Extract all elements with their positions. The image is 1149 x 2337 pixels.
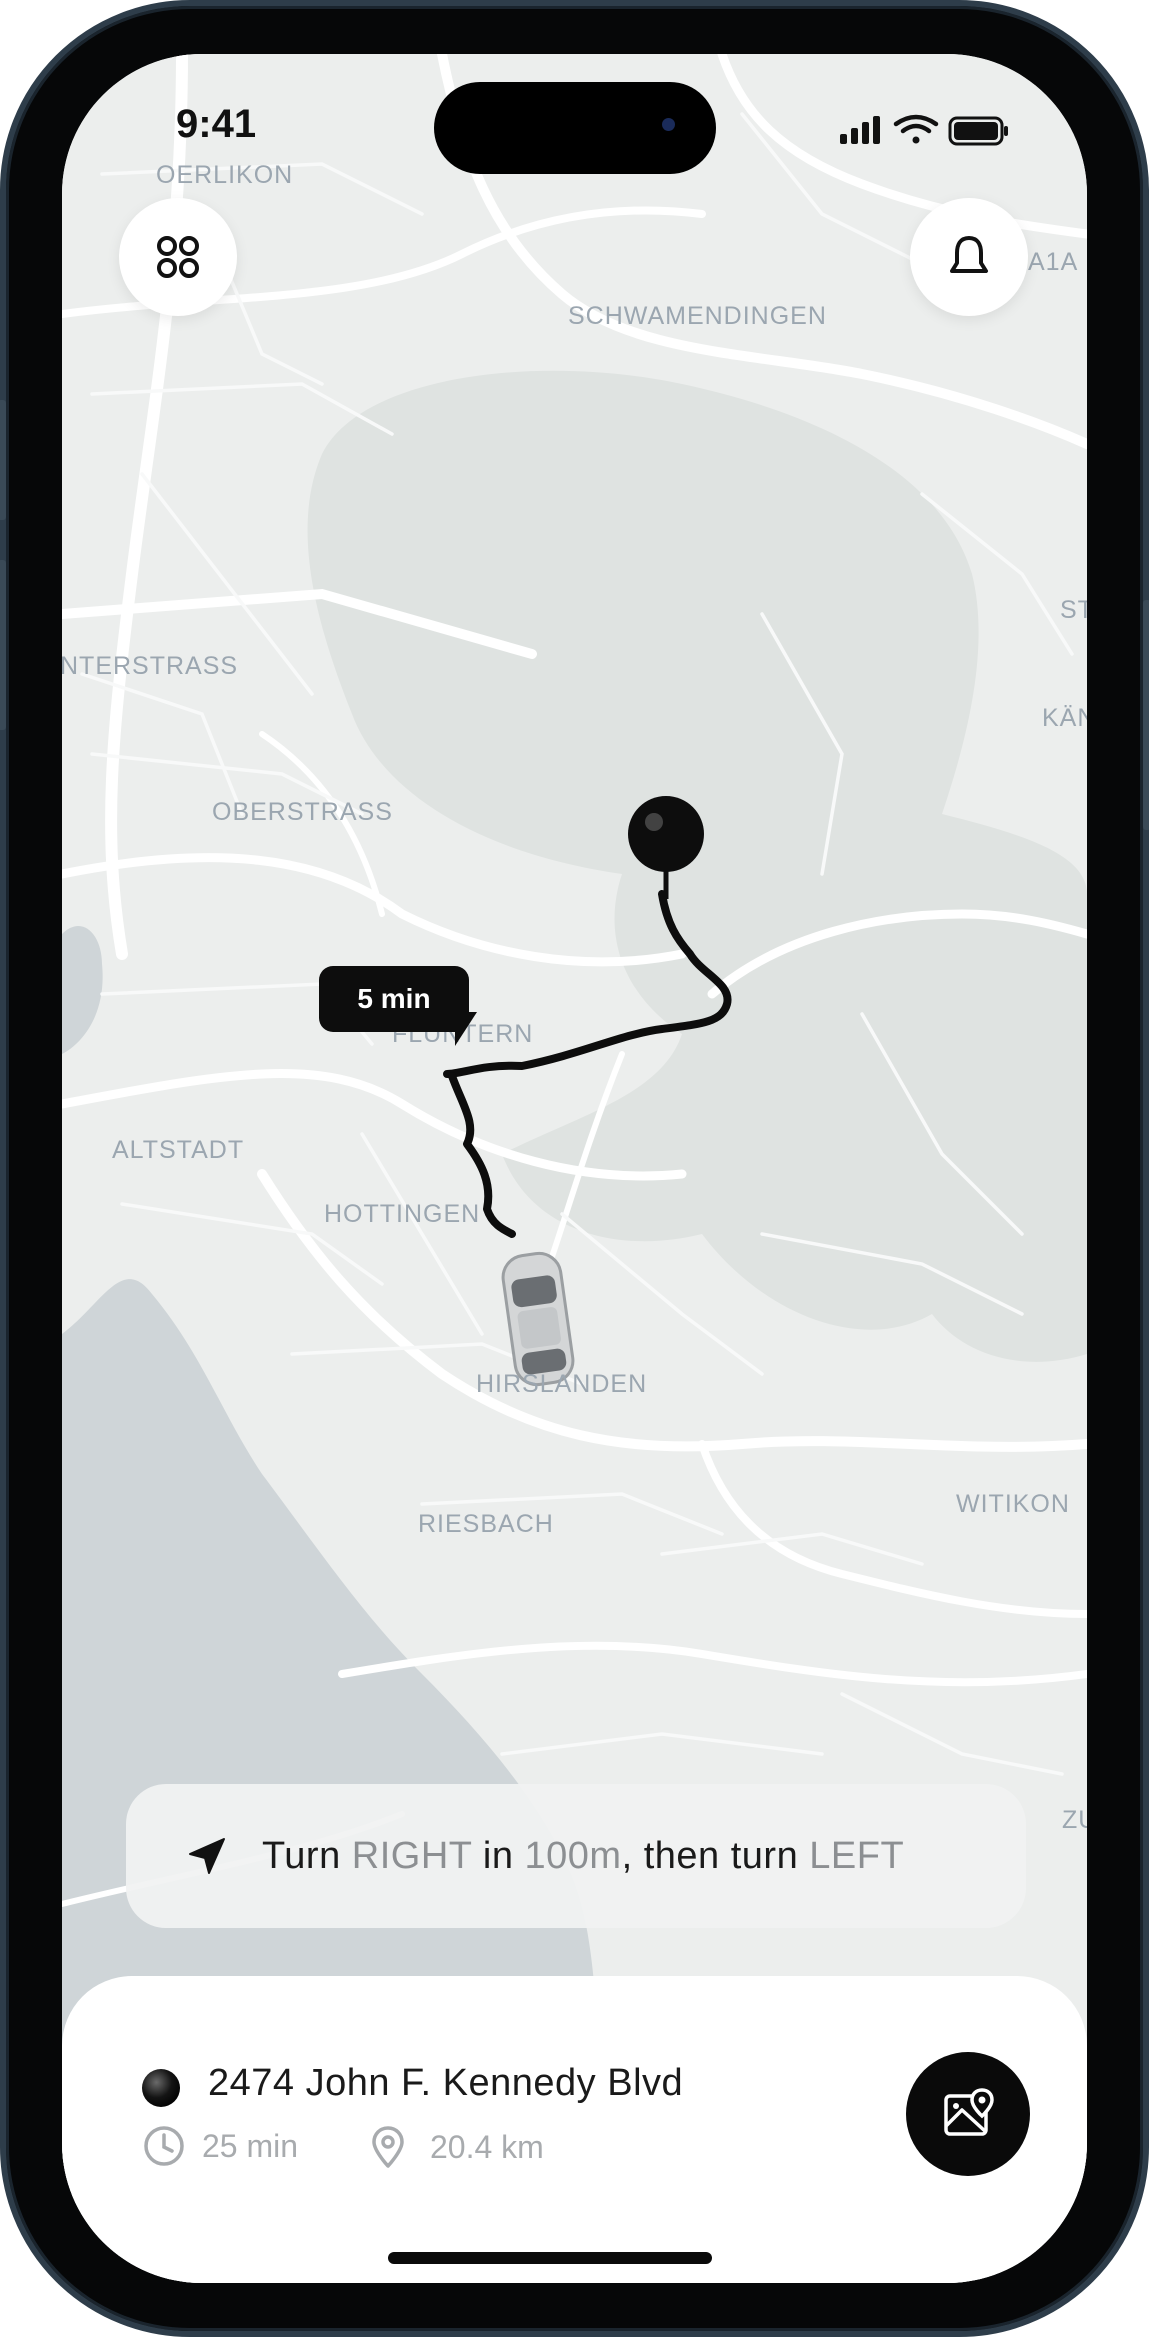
map-label: ALTSTADT bbox=[112, 1136, 245, 1164]
instruction-direction: RIGHT bbox=[351, 1834, 472, 1877]
map-label: HIRSLANDEN bbox=[476, 1370, 648, 1398]
map-label: NTERSTRASS bbox=[62, 652, 239, 680]
navigation-instruction: Turn RIGHT in 100m, then turn LEFT bbox=[262, 1835, 904, 1878]
distance: 20.4 km bbox=[368, 2124, 544, 2170]
instruction-distance: 100m bbox=[524, 1834, 622, 1877]
signal-icon bbox=[840, 116, 880, 144]
instruction-direction: LEFT bbox=[809, 1834, 905, 1877]
map-label: SCHWAMENDINGEN bbox=[568, 302, 827, 330]
clock-icon bbox=[144, 2126, 184, 2166]
navigation-instruction-bar: Turn RIGHT in 100m, then turn LEFT bbox=[126, 1784, 1026, 1928]
map-label: RIESBACH bbox=[418, 1510, 554, 1538]
side-button bbox=[1143, 600, 1149, 830]
instruction-text: Turn bbox=[262, 1834, 341, 1877]
location-pin-icon bbox=[372, 2126, 404, 2168]
battery-icon bbox=[948, 116, 1008, 146]
home-indicator[interactable] bbox=[388, 2252, 712, 2264]
eta-bubble: 5 min bbox=[319, 966, 469, 1032]
map[interactable] bbox=[62, 54, 1087, 2283]
wifi-icon bbox=[893, 114, 939, 144]
map-view-button[interactable] bbox=[906, 2052, 1030, 2176]
destination-name: 2474 John F. Kennedy Blvd bbox=[208, 2062, 684, 2104]
status-time: 9:41 bbox=[176, 102, 257, 146]
map-label: A1A bbox=[1028, 248, 1079, 276]
map-label: ZU bbox=[1062, 1806, 1087, 1834]
destination-pin bbox=[628, 796, 704, 872]
status-icons bbox=[840, 114, 1008, 146]
map-label: WITIKON bbox=[956, 1490, 1070, 1518]
grid-icon bbox=[157, 236, 199, 278]
distance-value: 20.4 km bbox=[430, 2128, 544, 2165]
side-button bbox=[0, 560, 6, 730]
side-button bbox=[0, 400, 6, 520]
instruction-text: in bbox=[482, 1834, 514, 1877]
eta-bubble-tail bbox=[455, 1012, 477, 1046]
destination-marker-icon bbox=[142, 2069, 180, 2107]
map-label: ST bbox=[1060, 596, 1087, 624]
notifications-button[interactable] bbox=[910, 198, 1028, 316]
screen: OERLIKON SCHWAMENDINGEN NTERSTRASS OBERS… bbox=[62, 54, 1087, 2283]
map-label: OERLIKON bbox=[156, 161, 294, 189]
map-icon bbox=[944, 2088, 994, 2136]
camera-dot bbox=[662, 118, 675, 131]
menu-button[interactable] bbox=[119, 198, 237, 316]
map-label: KÄN bbox=[1042, 704, 1087, 732]
instruction-text: , then turn bbox=[621, 1834, 799, 1877]
map-label: OBERSTRASS bbox=[212, 798, 393, 826]
map-label: HOTTINGEN bbox=[324, 1200, 481, 1228]
duration: 25 min bbox=[142, 2124, 298, 2168]
bell-icon bbox=[950, 236, 988, 273]
navigation-arrow-icon bbox=[189, 1838, 225, 1874]
duration-value: 25 min bbox=[202, 2127, 299, 2164]
